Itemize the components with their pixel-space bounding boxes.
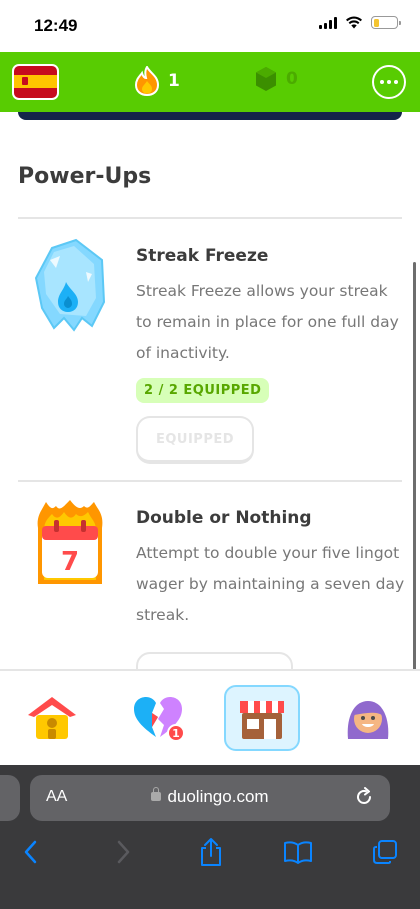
- broken-heart-icon: 1: [134, 697, 184, 741]
- status-icons: [319, 16, 401, 29]
- bottom-tab-bar: 1: [0, 669, 420, 765]
- double-or-nothing-description: Attempt to double your five lingot wager…: [136, 544, 405, 624]
- address-bar[interactable]: AA duolingo.com: [30, 775, 390, 821]
- book-icon: [284, 841, 312, 864]
- more-options-button[interactable]: [372, 65, 406, 99]
- purchase-button[interactable]: [136, 652, 293, 669]
- battery-icon: [371, 16, 401, 29]
- profile-avatar-icon: [347, 701, 389, 739]
- previous-card-edge: [18, 112, 402, 120]
- scrollbar[interactable]: [413, 262, 416, 669]
- shop-icon: [240, 701, 284, 739]
- share-icon: [201, 838, 221, 866]
- svg-text:7: 7: [61, 547, 79, 577]
- streak-freeze-description: Streak Freeze allows your streak to rema…: [136, 282, 399, 362]
- chevron-left-icon: [24, 840, 37, 864]
- divider: [18, 480, 402, 482]
- tab-shop[interactable]: [224, 685, 300, 751]
- leagues-badge-count: 1: [172, 727, 180, 740]
- back-button[interactable]: [16, 837, 46, 867]
- lock-icon: [151, 787, 162, 801]
- tabs-button[interactable]: [370, 837, 400, 867]
- status-bar: 12:49: [0, 0, 420, 52]
- gem-icon: [256, 67, 276, 91]
- gems-counter[interactable]: 0: [254, 66, 298, 92]
- status-time: 12:49: [34, 16, 78, 35]
- reload-icon[interactable]: [354, 787, 374, 807]
- tab-profile[interactable]: [330, 685, 406, 751]
- calendar-flame-icon: 7: [32, 498, 108, 598]
- top-bar: 1 0: [0, 52, 420, 112]
- double-or-nothing-title: Double or Nothing: [136, 508, 312, 528]
- streak-freeze-title: Streak Freeze: [136, 246, 269, 266]
- equipped-count-badge: 2 / 2 EQUIPPED: [136, 378, 270, 403]
- streak-freeze-icon: [32, 238, 108, 338]
- flame-icon: [134, 66, 160, 96]
- tab-leagues[interactable]: 1: [120, 685, 196, 751]
- shop-content[interactable]: Power-Ups Streak Freeze Streak Freeze al…: [0, 112, 420, 669]
- tab-home[interactable]: [14, 685, 90, 751]
- section-title: Power-Ups: [18, 164, 152, 189]
- gem-count: 0: [286, 69, 298, 89]
- spain-flag-icon[interactable]: [12, 64, 59, 100]
- forward-button[interactable]: [108, 837, 138, 867]
- bookmarks-button[interactable]: [283, 837, 313, 867]
- divider: [18, 217, 402, 219]
- share-button[interactable]: [196, 837, 226, 867]
- streak-count: 1: [168, 71, 180, 91]
- chevron-right-icon: [117, 840, 130, 864]
- cellular-signal-icon: [319, 16, 337, 29]
- previous-tab-edge[interactable]: [0, 775, 20, 821]
- streak-counter[interactable]: 1: [134, 66, 180, 96]
- safari-toolbar: AA duolingo.com: [0, 765, 420, 909]
- tabs-icon: [373, 840, 397, 864]
- home-icon: [28, 697, 76, 739]
- equipped-button[interactable]: EQUIPPED: [136, 416, 254, 464]
- url-text: duolingo.com: [167, 787, 269, 806]
- url-display: duolingo.com: [30, 787, 390, 807]
- wifi-icon: [346, 16, 362, 29]
